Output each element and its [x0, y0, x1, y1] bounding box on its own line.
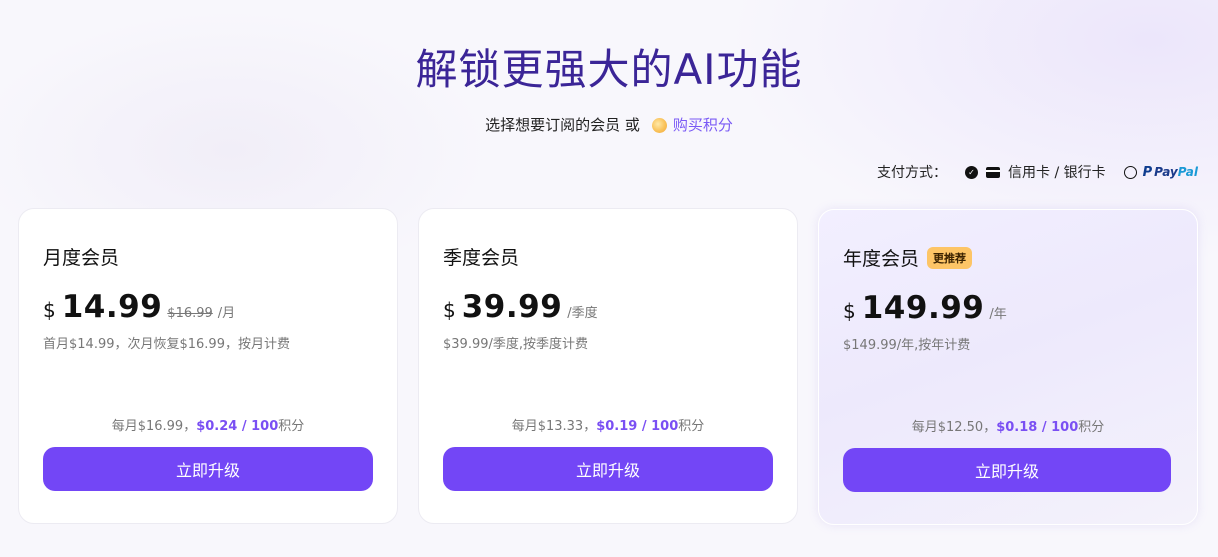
payment-method-selector: 支付方式： ✓ 信用卡 / 银行卡 P PayPal: [877, 162, 1198, 182]
plan-name: 年度会员 更推荐: [843, 244, 973, 271]
coin-icon: [651, 118, 667, 133]
plan-name: 月度会员: [43, 247, 120, 269]
billing-period: /年: [989, 307, 1007, 322]
pricing-page: 解锁更强大的AI功能 选择想要订阅的会员 或 购买积分 支付方式： ✓ 信用卡 …: [0, 0, 1218, 557]
card-option-label[interactable]: 信用卡 / 银行卡: [1008, 162, 1106, 182]
currency-symbol: $: [843, 299, 856, 323]
plan-card-quarterly: 季度会员 $ 39.99 /季度 $39.99/季度,按季度计费 每月$13.3…: [418, 208, 798, 524]
price-amount: 149.99: [861, 290, 985, 326]
paypal-radio-icon[interactable]: [1123, 165, 1137, 179]
upgrade-button-annual[interactable]: 立即升级: [843, 448, 1171, 492]
paypal-logo-icon: P: [1142, 164, 1153, 180]
price-row: $ 149.99 /年: [843, 290, 1007, 326]
plan-card-annual: 年度会员 更推荐 $ 149.99 /年 $149.99/年,按年计费 每月$1…: [818, 209, 1198, 525]
plan-description: $39.99/季度,按季度计费: [443, 337, 588, 352]
plan-perks: 每月$16.99，$0.24 / 100积分: [111, 419, 305, 434]
page-title: 解锁更强大的AI功能: [415, 45, 803, 94]
currency-symbol: $: [443, 298, 456, 322]
upgrade-button-monthly[interactable]: 立即升级: [43, 447, 373, 491]
plan-name: 季度会员: [443, 247, 520, 269]
billing-period: /季度: [567, 306, 598, 321]
plan-description: $149.99/年,按年计费: [843, 338, 971, 353]
plan-description: 首月$14.99，次月恢复$16.99，按月计费: [43, 337, 290, 352]
credit-card-icon: [986, 166, 1001, 178]
price-amount: 39.99: [461, 289, 563, 325]
billing-period: /月: [217, 306, 236, 321]
plan-perks: 每月$13.33，$0.19 / 100积分: [511, 419, 705, 434]
original-price: $16.99: [167, 306, 213, 321]
price-row: $ 39.99 /季度: [443, 289, 598, 325]
paypal-option-label[interactable]: PayPal: [1154, 165, 1198, 179]
plan-perks: 每月$12.50，$0.18 / 100积分: [911, 420, 1105, 435]
buy-points-link[interactable]: 购买积分: [673, 114, 733, 135]
card-radio-checked-icon[interactable]: ✓: [965, 165, 979, 179]
subtitle: 选择想要订阅的会员 或 购买积分: [0, 114, 1218, 135]
payment-label: 支付方式：: [877, 165, 948, 181]
recommended-badge: 更推荐: [927, 246, 973, 269]
currency-symbol: $: [43, 298, 56, 322]
plan-card-monthly: 月度会员 $ 14.99 $16.99 /月 首月$14.99，次月恢复$16.…: [18, 208, 398, 524]
price-row: $ 14.99 $16.99 /月: [43, 289, 235, 325]
subtitle-text: 选择想要订阅的会员 或: [485, 116, 640, 134]
upgrade-button-quarterly[interactable]: 立即升级: [443, 447, 773, 491]
price-amount: 14.99: [61, 289, 163, 325]
